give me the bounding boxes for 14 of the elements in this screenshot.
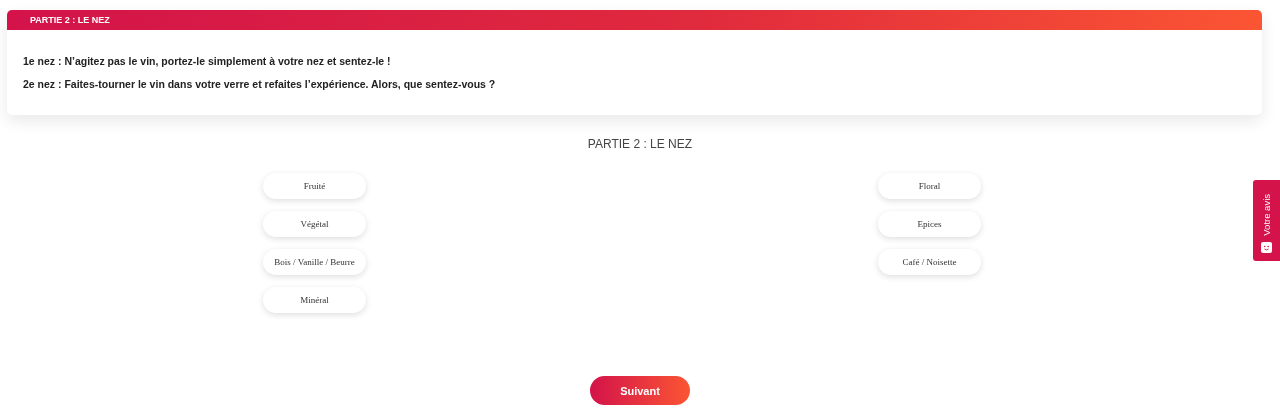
smiley-icon [1261,242,1272,253]
card-header: PARTIE 2 : LE NEZ [7,10,1262,30]
instruction-text: 1e nez : N’agitez pas le vin, portez-le simplement à votre nez et sentez-le ! [22,54,392,68]
option-button[interactable]: Végétal [263,211,366,237]
feedback-tab[interactable]: Votre avis [1253,180,1280,261]
option-button[interactable]: Bois / Vanille / Beurre [263,249,366,275]
instruction-text: 2e nez : Faites-tourner le vin dans votre verre et refaites l’expérience. Alors, que sentez-vous ? [22,77,497,91]
option-button[interactable]: Fruité [263,173,366,199]
option-button[interactable]: Epices [878,211,981,237]
option-button[interactable]: Minéral [263,287,366,313]
option-button[interactable]: Café / Noisette [878,249,981,275]
next-button[interactable]: Suivant [590,376,690,405]
option-button[interactable]: Floral [878,173,981,199]
section-title: PARTIE 2 : LE NEZ [586,137,694,151]
